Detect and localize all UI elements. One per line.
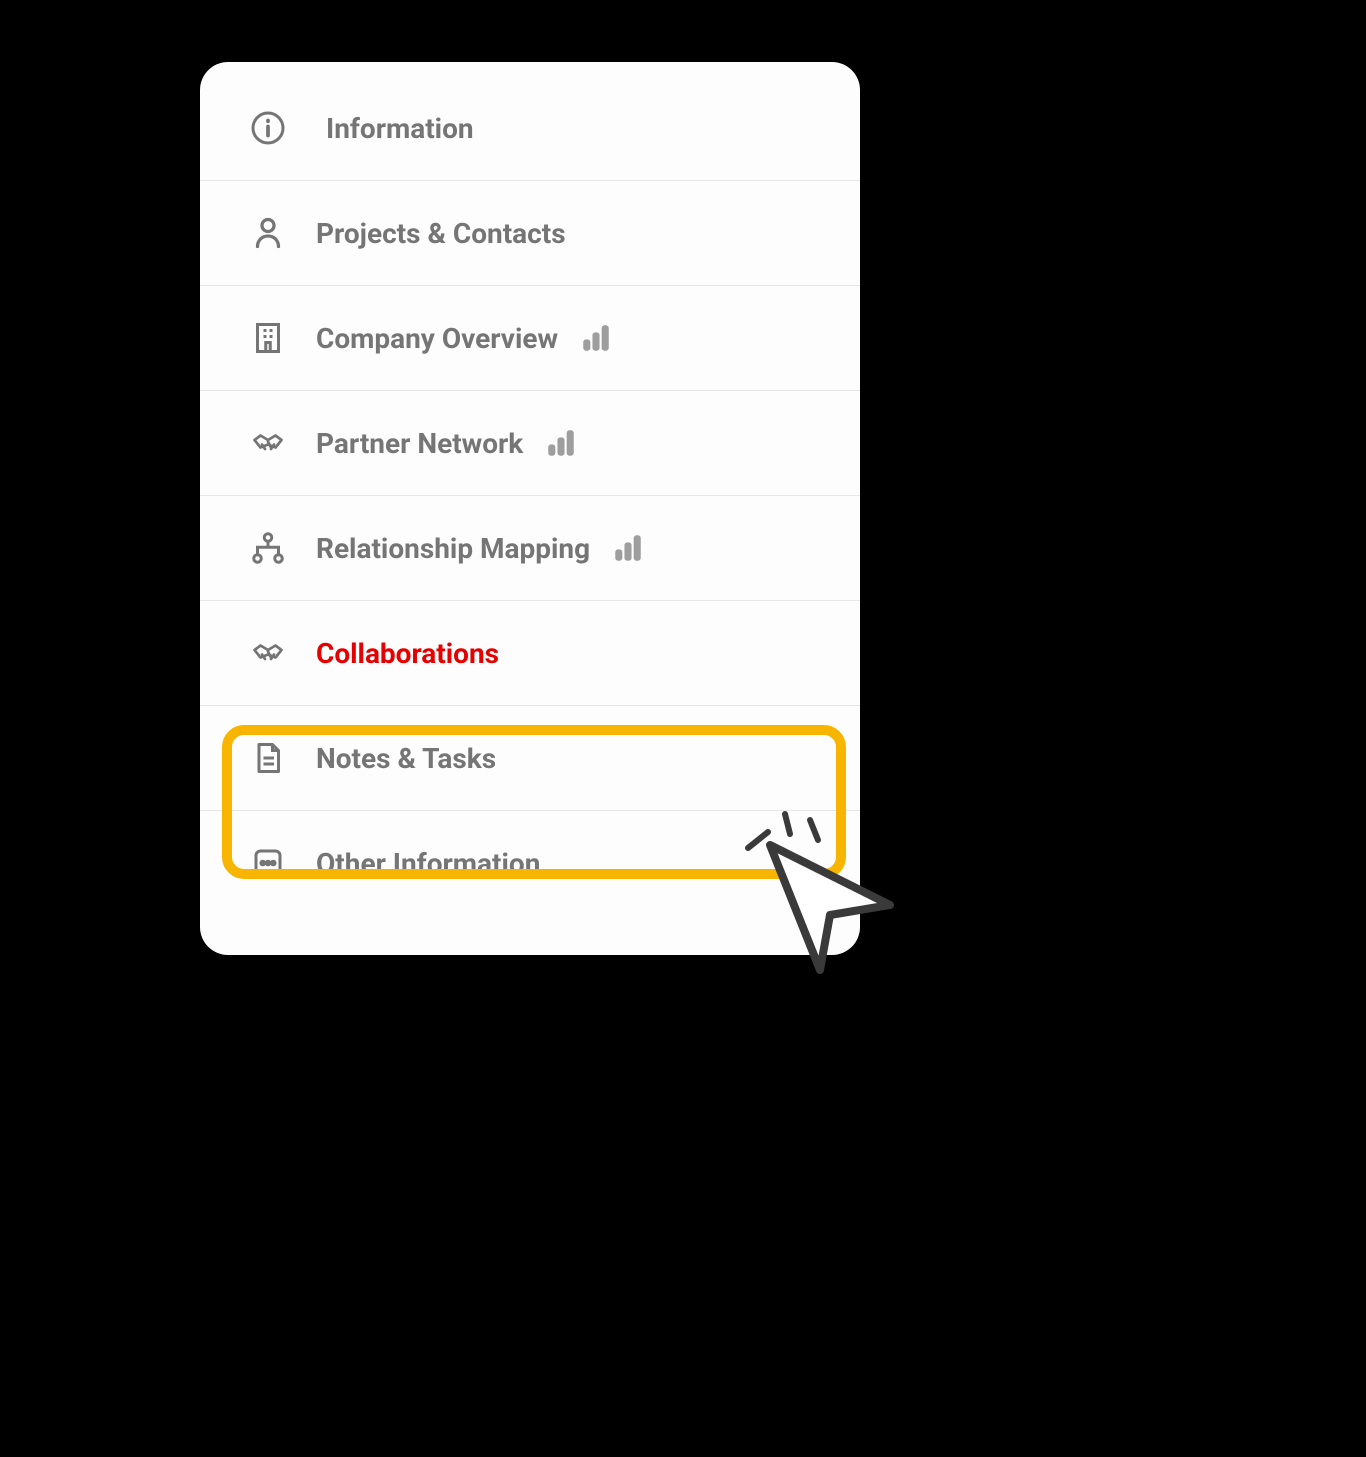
chart-icon [541, 423, 581, 463]
more-horizontal-icon [248, 843, 288, 883]
person-icon [248, 213, 288, 253]
chart-icon [608, 528, 648, 568]
menu-item-partner-network[interactable]: Partner Network [200, 391, 860, 496]
menu-label: Projects & Contacts [316, 217, 826, 250]
menu-label: Partner Network [316, 427, 523, 460]
handshake-icon [248, 633, 288, 673]
navigation-panel: Information Projects & Contacts Company … [200, 62, 860, 955]
menu-item-company-overview[interactable]: Company Overview [200, 286, 860, 391]
chart-icon [576, 318, 616, 358]
building-icon [248, 318, 288, 358]
menu-label: Company Overview [316, 322, 558, 355]
menu-label: Relationship Mapping [316, 532, 590, 565]
hierarchy-icon [248, 528, 288, 568]
info-circle-icon [248, 108, 288, 148]
menu-label: Collaborations [316, 637, 826, 670]
menu-label: Information [326, 112, 826, 145]
menu-label: Notes & Tasks [316, 742, 826, 775]
menu-item-collaborations[interactable]: Collaborations [200, 601, 860, 706]
menu-item-projects-contacts[interactable]: Projects & Contacts [200, 181, 860, 286]
menu-item-other-information[interactable]: Other Information [200, 811, 860, 915]
menu-item-relationship-mapping[interactable]: Relationship Mapping [200, 496, 860, 601]
menu-item-information[interactable]: Information [200, 96, 860, 181]
menu-item-notes-tasks[interactable]: Notes & Tasks [200, 706, 860, 811]
handshake-icon [248, 423, 288, 463]
menu-label: Other Information [316, 847, 826, 880]
document-icon [248, 738, 288, 778]
